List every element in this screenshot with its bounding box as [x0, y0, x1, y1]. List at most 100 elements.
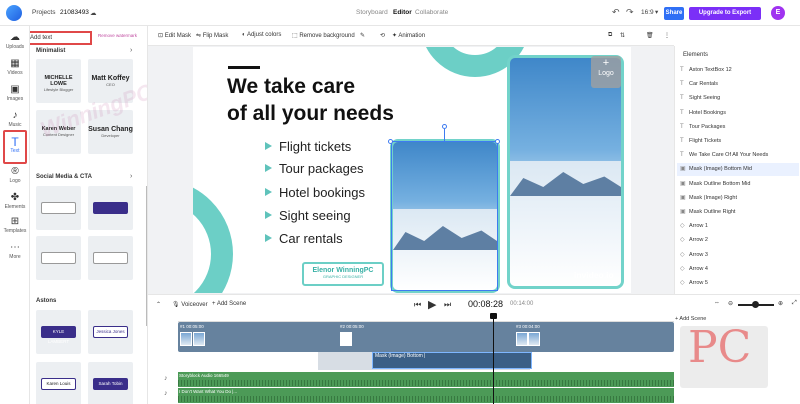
element-layer-item[interactable]: ▣ Mask Outline Bottom Mid [677, 178, 799, 191]
social-template-thumb[interactable] [88, 186, 133, 230]
project-title[interactable]: 21083493 [60, 9, 89, 16]
delete-icon[interactable]: 🗑 [646, 32, 654, 39]
element-layer-item[interactable]: ◇ Arrow 5 [677, 277, 799, 290]
scene-thumbnail[interactable] [516, 332, 528, 346]
upgrade-button[interactable]: Upgrade to Export [689, 7, 761, 20]
social-template-thumb[interactable] [36, 236, 81, 280]
edit-mask-button[interactable]: ⊡ Edit Mask [158, 32, 191, 39]
chevron-right-icon[interactable]: › [130, 47, 132, 54]
adjust-colors-button[interactable]: ◐ Adjust colors [242, 32, 281, 38]
chevron-right-icon[interactable]: › [130, 173, 132, 180]
text-icon: T [680, 123, 684, 130]
element-layer-item[interactable]: T Aston TextBox 12 [677, 64, 799, 77]
voiceover-button[interactable]: 🎙 Voiceover [172, 301, 208, 308]
logo-placeholder[interactable]: + Logo [591, 56, 621, 88]
aston-template-thumb[interactable]: KYLE LAMBERT [36, 310, 81, 354]
bullet-car-rentals[interactable]: Car rentals [265, 231, 343, 246]
skip-forward-icon[interactable]: ⏭ [444, 300, 451, 310]
more-icon: ⋯ [10, 242, 20, 253]
mask-layer-clip[interactable]: Mask (Image) Bottom | [372, 352, 532, 369]
fit-icon[interactable]: ⇔ [714, 300, 720, 306]
element-layer-item[interactable]: ▣ Mask (Image) Right [677, 192, 799, 205]
swap-icon[interactable]: ⇅ [620, 32, 625, 39]
element-layer-item[interactable]: ▣ Mask Outline Right [677, 206, 799, 219]
scene-thumbnail[interactable] [180, 332, 192, 346]
element-layer-item[interactable]: ◇ Arrow 2 [677, 234, 799, 247]
rotate-icon[interactable]: ⟲ [380, 32, 385, 39]
element-layer-label: Mask (Image) Bottom Mid [689, 166, 752, 173]
triangle-bullet-icon [265, 211, 272, 219]
add-scene-button[interactable]: + Add Scene [212, 301, 246, 307]
projects-link[interactable]: Projects [32, 9, 55, 16]
undo-icon[interactable]: ↶ [612, 7, 620, 18]
pen-icon[interactable]: ✎ [360, 32, 365, 39]
element-layer-item[interactable]: T Flight Tickets [677, 135, 799, 148]
playhead[interactable] [493, 314, 494, 404]
rail-elements[interactable]: ✤ Elements [0, 192, 30, 210]
expand-icon[interactable]: ⤢ [792, 300, 797, 307]
video-track[interactable] [178, 322, 674, 352]
element-layer-item[interactable]: T Tour Packages [677, 121, 799, 134]
zoom-out-icon[interactable]: ⊖ [728, 300, 733, 307]
social-template-thumb[interactable] [88, 236, 133, 280]
rail-music[interactable]: ♪ Music [0, 110, 30, 128]
element-layer-item[interactable]: ▣ Mask (Image) Bottom Mid [677, 163, 799, 177]
redo-icon[interactable]: ↷ [626, 7, 634, 18]
rail-logo[interactable]: ® Logo [0, 166, 30, 184]
element-layer-item[interactable]: ◇ Arrow 3 [677, 249, 799, 262]
scene-thumbnail[interactable] [528, 332, 540, 346]
aspect-ratio-select[interactable]: 16:9 [641, 9, 654, 16]
layer-icon[interactable]: ⧉ [608, 32, 612, 39]
headline-text[interactable]: We take care of all your needs [227, 73, 394, 127]
zoom-slider-thumb[interactable] [752, 301, 759, 308]
remove-background-button[interactable]: ⬚ Remove background [292, 32, 355, 39]
app-logo-icon[interactable] [6, 5, 22, 21]
aston-template-thumb[interactable]: Sarah Tobin [88, 362, 133, 404]
audio-track-1[interactable]: Storyblock Audio 166549 [178, 372, 674, 387]
resize-handle[interactable] [495, 139, 500, 144]
share-button[interactable]: Share [664, 7, 684, 20]
element-layer-item[interactable]: T We Take Care Of All Your Needs [677, 149, 799, 162]
play-icon[interactable]: ▶ [428, 298, 436, 311]
bullet-sight-seeing[interactable]: Sight seeing [265, 208, 351, 223]
mask-image-right[interactable] [507, 55, 624, 289]
tab-storyboard[interactable]: Storyboard [356, 9, 388, 16]
remove-watermark-link[interactable]: Remove watermark [98, 33, 137, 38]
element-layer-item[interactable]: T Car Rentals [677, 78, 799, 91]
watermark-pc: PC [688, 322, 752, 373]
element-layer-label: Car Rentals [689, 81, 719, 88]
bullet-flight-tickets[interactable]: Flight tickets [265, 139, 351, 154]
animation-button[interactable]: ✦ Animation [392, 32, 425, 39]
rail-images[interactable]: ▣ Images [0, 84, 30, 102]
rail-videos[interactable]: ▦ Videos [0, 58, 30, 76]
aston-template-thumb[interactable]: Jessica Jones [88, 310, 133, 354]
flip-mask-button[interactable]: ⇋ Flip Mask [196, 32, 228, 39]
scene-thumbnail[interactable] [193, 332, 205, 346]
aston-textbox[interactable]: Elenor WinningPC GRAPHIC DESIGNER [302, 262, 384, 286]
rail-more[interactable]: ⋯ More [0, 242, 30, 260]
element-layer-item[interactable]: T Hotel Bookings [677, 107, 799, 120]
collapse-icon[interactable]: ⌃ [156, 301, 161, 308]
more-options-icon[interactable]: ⋮ [664, 32, 670, 39]
plus-icon: + [602, 57, 610, 69]
bullet-hotel-bookings[interactable]: Hotel bookings [265, 185, 365, 200]
bullet-tour-packages[interactable]: Tour packages [265, 161, 364, 176]
zoom-in-icon[interactable]: ⊕ [778, 300, 783, 307]
element-layer-item[interactable]: ◇ Arrow 1 [677, 220, 799, 233]
text-template-thumb[interactable]: MICHELLE LOWE Lifestyle Blogger [36, 59, 81, 103]
scene-thumbnail[interactable] [340, 332, 352, 346]
element-layer-item[interactable]: T Sight Seeing [677, 92, 799, 105]
avatar[interactable]: E [771, 6, 785, 20]
tab-collaborate[interactable]: Collaborate [415, 9, 448, 16]
social-template-thumb[interactable] [36, 186, 81, 230]
skip-back-icon[interactable]: ⏮ [414, 300, 421, 310]
playhead-handle[interactable] [490, 313, 497, 319]
audio-track-2[interactable]: I Don't Want What You Do |... [178, 388, 674, 403]
tab-editor[interactable]: Editor [393, 9, 412, 16]
resize-handle[interactable] [388, 139, 393, 144]
add-text-button[interactable]: Add text [30, 31, 92, 45]
element-layer-item[interactable]: ◇ Arrow 4 [677, 263, 799, 276]
rail-uploads[interactable]: ☁ Uploads [0, 32, 30, 50]
rail-templates[interactable]: ⊞ Templates [0, 216, 30, 234]
aston-template-thumb[interactable]: Karen Louis [36, 362, 81, 404]
